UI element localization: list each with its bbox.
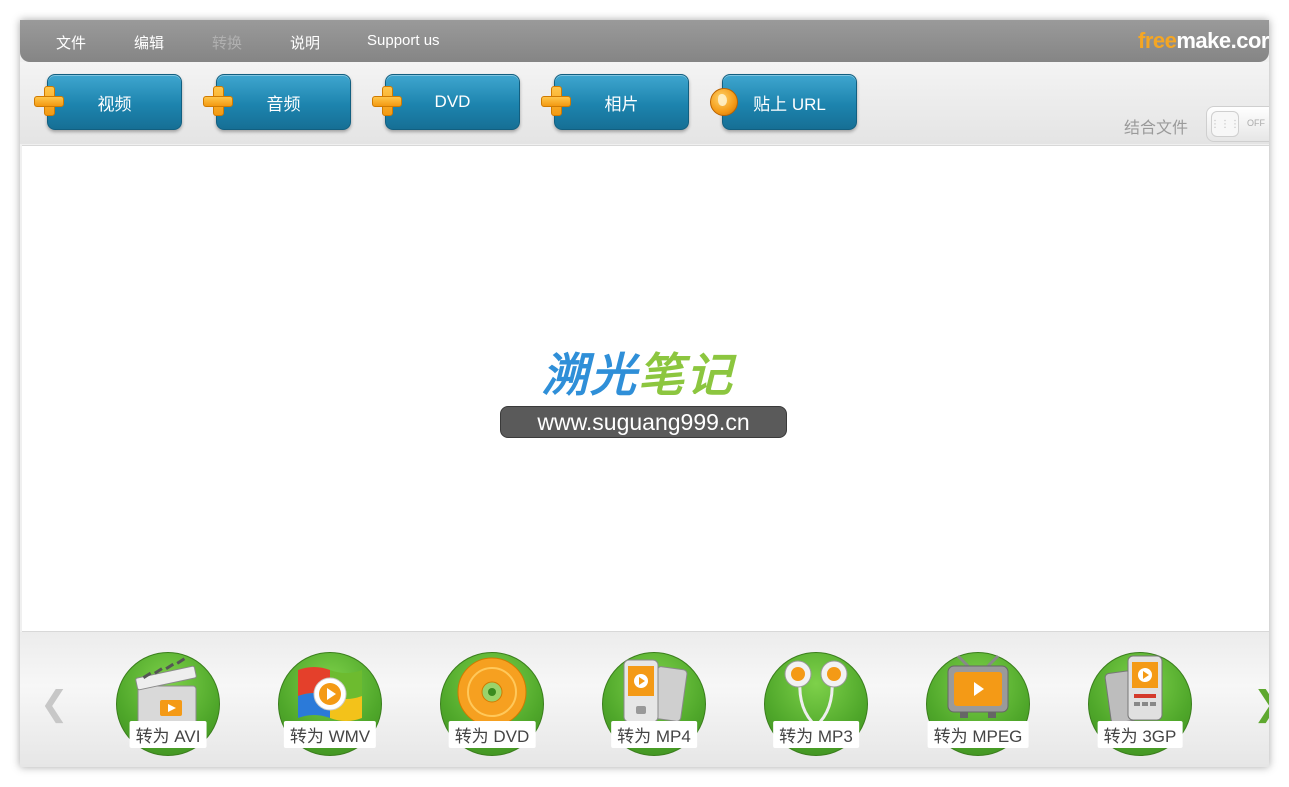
add-video-label: 视频 bbox=[97, 94, 132, 114]
toolbar: 视频 音频 DVD 相片 贴上 URL 结合文件 ⋮⋮⋮ OFF bbox=[20, 62, 1269, 144]
scroll-right-arrow-icon[interactable]: ❯ bbox=[1253, 684, 1269, 724]
menu-file[interactable]: 文件 bbox=[56, 32, 86, 53]
toggle-state-text: OFF bbox=[1247, 118, 1265, 128]
scroll-left-arrow-icon[interactable]: ❮ bbox=[40, 684, 69, 724]
format-bar: ❮ 转为 AVI 转为 WMV 转为 DVD 转为 MP4 转为 MP3 转为 … bbox=[20, 632, 1269, 767]
convert-to-avi-button[interactable]: 转为 AVI bbox=[116, 652, 220, 756]
globe-icon bbox=[710, 88, 738, 116]
convert-to-mp3-label: 转为 MP3 bbox=[773, 721, 859, 748]
menu-support-us[interactable]: Support us bbox=[367, 32, 440, 49]
convert-to-3gp-label: 转为 3GP bbox=[1097, 721, 1183, 748]
add-photo-label: 相片 bbox=[604, 94, 639, 114]
add-audio-button[interactable]: 音频 bbox=[203, 74, 351, 130]
file-list-area[interactable]: 溯光笔记 www.suguang999.cn bbox=[22, 145, 1269, 632]
add-video-button[interactable]: 视频 bbox=[34, 74, 182, 130]
paste-url-button[interactable]: 贴上 URL bbox=[710, 74, 857, 130]
media-player-icon bbox=[623, 659, 688, 723]
convert-to-mpeg-button[interactable]: 转为 MPEG bbox=[926, 652, 1030, 756]
watermark-title: 溯光笔记 bbox=[542, 349, 734, 401]
convert-to-3gp-button[interactable]: 转为 3GP bbox=[1088, 652, 1192, 756]
convert-to-avi-label: 转为 AVI bbox=[129, 721, 207, 748]
freemake-logo[interactable]: freemake.cor bbox=[1138, 28, 1269, 54]
dvd-disc-icon bbox=[457, 657, 527, 727]
paste-url-label: 贴上 URL bbox=[753, 94, 826, 114]
add-dvd-button[interactable]: DVD bbox=[372, 74, 520, 130]
mobile-phone-icon bbox=[1104, 655, 1163, 724]
convert-to-dvd-label: 转为 DVD bbox=[448, 721, 536, 748]
plus-icon bbox=[541, 86, 571, 116]
add-photo-button[interactable]: 相片 bbox=[541, 74, 689, 130]
add-audio-label: 音频 bbox=[266, 94, 301, 114]
convert-to-dvd-button[interactable]: 转为 DVD bbox=[440, 652, 544, 756]
windows-media-icon bbox=[298, 667, 362, 721]
plus-icon bbox=[203, 86, 233, 116]
convert-to-mp4-label: 转为 MP4 bbox=[611, 721, 697, 748]
clapperboard-icon bbox=[135, 657, 197, 725]
convert-to-wmv-label: 转为 WMV bbox=[283, 721, 377, 748]
convert-to-mpeg-label: 转为 MPEG bbox=[927, 721, 1029, 748]
convert-to-wmv-button[interactable]: 转为 WMV bbox=[278, 652, 382, 756]
plus-icon bbox=[372, 86, 402, 116]
earphones-icon bbox=[784, 660, 848, 728]
watermark-url: www.suguang999.cn bbox=[500, 406, 787, 438]
plus-icon bbox=[34, 86, 64, 116]
merge-files-toggle[interactable]: ⋮⋮⋮ OFF bbox=[1206, 106, 1269, 142]
add-dvd-label: DVD bbox=[434, 92, 471, 111]
merge-files-label: 结合文件 bbox=[1124, 120, 1189, 137]
menu-edit[interactable]: 编辑 bbox=[134, 32, 164, 53]
toggle-grip-icon: ⋮⋮⋮ bbox=[1210, 111, 1240, 137]
freemake-window: 文件 编辑 转换 说明 Support us freemake.cor 视频 音… bbox=[20, 20, 1269, 767]
convert-to-mp3-button[interactable]: 转为 MP3 bbox=[764, 652, 868, 756]
menu-convert: 转换 bbox=[212, 35, 243, 52]
menu-help[interactable]: 说明 bbox=[290, 32, 320, 53]
convert-to-mp4-button[interactable]: 转为 MP4 bbox=[602, 652, 706, 756]
menu-bar: 文件 编辑 转换 说明 Support us freemake.cor bbox=[20, 20, 1269, 62]
tv-icon bbox=[947, 654, 1009, 718]
